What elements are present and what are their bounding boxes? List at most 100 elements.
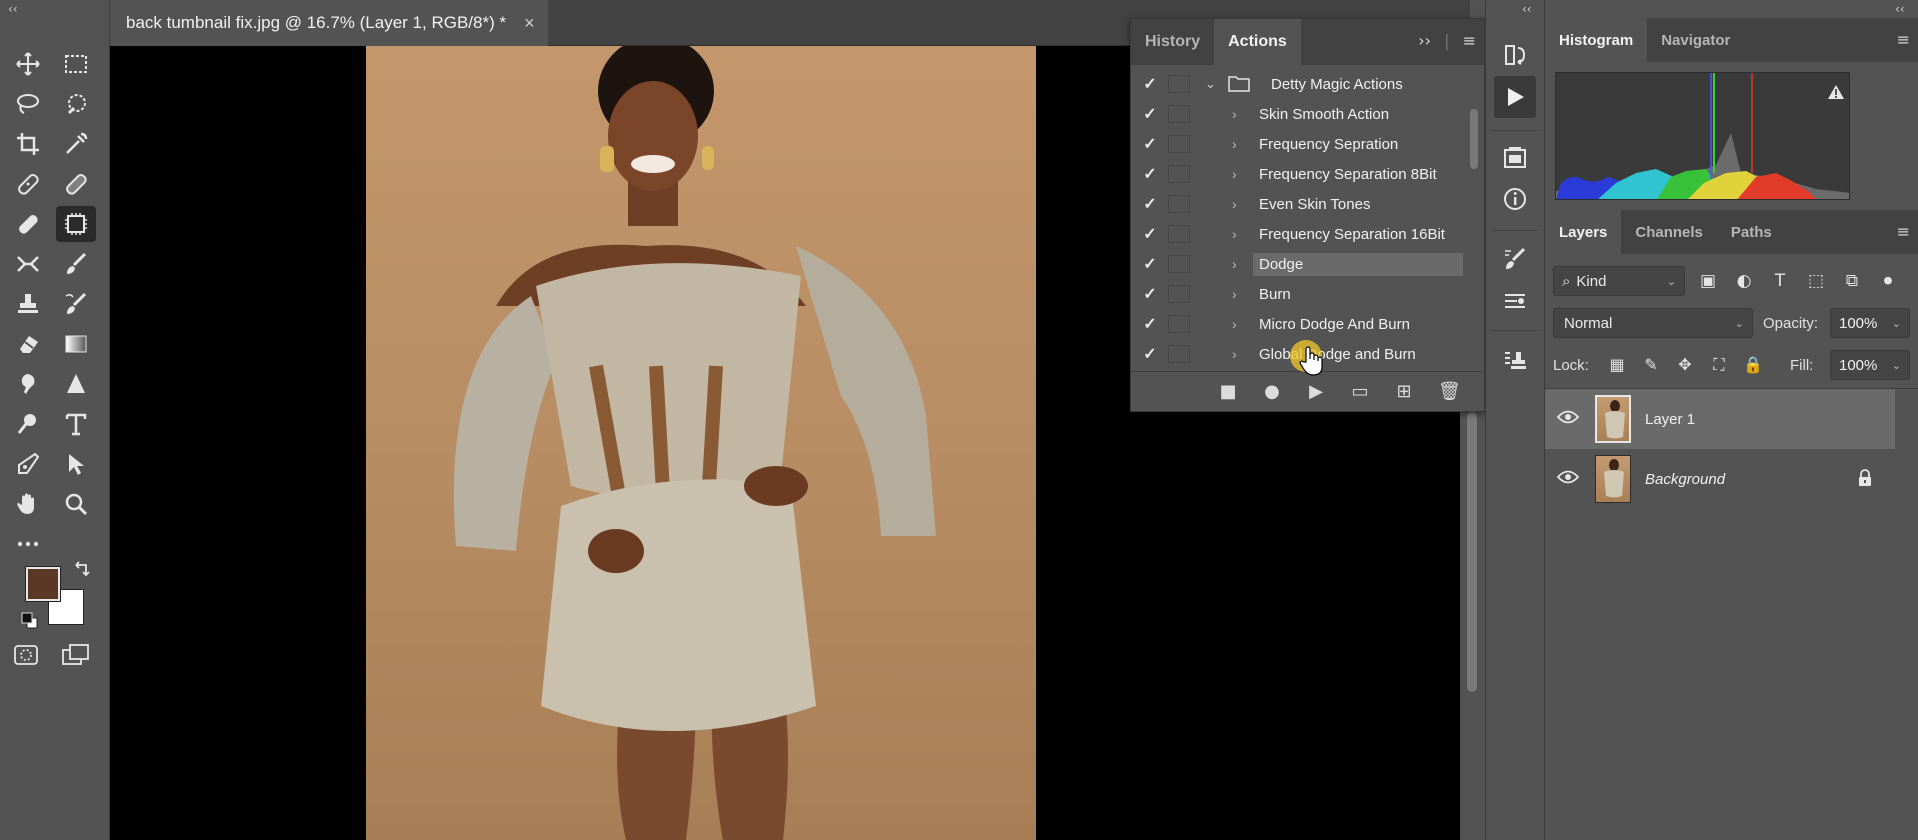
toggle-check-icon[interactable]: ✓ [1141, 284, 1159, 304]
action-item[interactable]: ✓ › Even Skin Tones [1131, 189, 1471, 219]
chevron-right-icon[interactable]: › [1232, 106, 1237, 122]
actions-scrollbar[interactable] [1470, 79, 1480, 359]
chevron-right-icon[interactable]: › [1232, 226, 1237, 242]
marquee-tool-icon[interactable] [56, 46, 96, 82]
panel-menu-icon[interactable]: ≡ [1463, 31, 1476, 50]
toggle-check-icon[interactable]: ✓ [1141, 254, 1159, 274]
clone-source-icon[interactable] [1494, 340, 1536, 382]
brush-tool-icon[interactable] [56, 246, 96, 282]
lock-position-icon[interactable]: ✥ [1675, 355, 1695, 375]
action-item[interactable]: ✓ › Frequency Separation 8Bit [1131, 159, 1471, 189]
opacity-field[interactable]: 100% ⌄ [1830, 308, 1910, 338]
actions-scroll-thumb[interactable] [1470, 109, 1478, 169]
default-colors-icon[interactable] [20, 611, 40, 631]
toggle-check-icon[interactable]: ✓ [1141, 104, 1159, 124]
type-tool-icon[interactable] [56, 406, 96, 442]
smart-object-filter-icon[interactable]: ⧉ [1839, 271, 1865, 291]
history-panel-icon[interactable] [1494, 34, 1536, 76]
chevron-right-icon[interactable]: › [1232, 316, 1237, 332]
tab-histogram[interactable]: Histogram [1545, 18, 1648, 62]
blend-mode-dropdown[interactable]: Normal ⌄ [1553, 308, 1753, 338]
chevron-right-icon[interactable]: › [1232, 196, 1237, 212]
library-panel-icon[interactable] [1494, 136, 1536, 178]
play-icon[interactable]: ▶ [1306, 381, 1326, 402]
action-item[interactable]: ✓ › Micro Dodge And Burn [1131, 309, 1471, 339]
path-select-tool-icon[interactable] [56, 446, 96, 482]
close-document-icon[interactable]: × [524, 13, 535, 34]
spot-healing-tool-icon[interactable] [8, 166, 48, 202]
pen-tool-icon[interactable] [8, 446, 48, 482]
visibility-eye-icon[interactable] [1557, 469, 1579, 485]
lock-all-icon[interactable]: 🔒 [1743, 355, 1763, 375]
quick-mask-icon[interactable] [12, 643, 42, 667]
crop-tool-icon[interactable] [8, 126, 48, 162]
chevron-right-icon[interactable]: › [1232, 256, 1237, 272]
fill-field[interactable]: 100% ⌄ [1830, 350, 1910, 380]
record-icon[interactable]: ● [1262, 381, 1282, 402]
warning-icon[interactable] [1827, 84, 1845, 100]
eraser-tool-icon[interactable] [8, 326, 48, 362]
more-tools-icon[interactable] [8, 526, 48, 562]
expand-panel-icon[interactable]: ›› [1418, 31, 1431, 50]
hand-tool-icon[interactable] [8, 486, 48, 522]
dialog-toggle[interactable] [1168, 105, 1190, 123]
foreground-color-swatch[interactable] [26, 567, 60, 601]
action-item[interactable]: ✓ › Skin Smooth Action [1131, 99, 1471, 129]
folder-icon[interactable]: ▭ [1350, 381, 1370, 402]
remove-tool-icon[interactable] [56, 206, 96, 242]
chevron-down-icon[interactable]: ⌄ [1205, 76, 1216, 92]
adjustment-filter-icon[interactable]: ◐ [1731, 271, 1757, 291]
toggle-check-icon[interactable]: ✓ [1141, 74, 1159, 94]
chevron-right-icon[interactable]: › [1232, 346, 1237, 362]
chevron-right-icon[interactable]: › [1232, 286, 1237, 302]
document-tab[interactable]: back tumbnail fix.jpg @ 16.7% (Layer 1, … [110, 0, 548, 46]
tab-layers[interactable]: Layers [1545, 210, 1622, 254]
chevron-right-icon[interactable]: › [1232, 136, 1237, 152]
actions-panel-icon[interactable] [1494, 76, 1536, 118]
dialog-toggle[interactable] [1168, 75, 1190, 93]
dialog-toggle[interactable] [1168, 135, 1190, 153]
dialog-toggle[interactable] [1168, 195, 1190, 213]
dialog-toggle[interactable] [1168, 285, 1190, 303]
move-tool-icon[interactable] [8, 46, 48, 82]
dodge-tool-icon[interactable] [8, 406, 48, 442]
toolbar-collapse-button[interactable]: ‹‹ [8, 2, 18, 16]
action-item[interactable]: ✓ › Frequency Separation 16Bit [1131, 219, 1471, 249]
layers-scrollbar[interactable] [1898, 390, 1912, 840]
type-filter-icon[interactable]: T [1767, 271, 1793, 291]
actions-panel-menu[interactable]: ›› | ≡ [1418, 31, 1476, 50]
sharpen-tool-icon[interactable] [56, 366, 96, 402]
toggle-check-icon[interactable]: ✓ [1141, 194, 1159, 214]
content-aware-move-tool-icon[interactable] [8, 246, 48, 282]
quick-select-tool-icon[interactable] [56, 86, 96, 122]
tab-history[interactable]: History [1131, 19, 1214, 65]
tab-navigator[interactable]: Navigator [1647, 18, 1744, 62]
lock-image-icon[interactable]: ✎ [1641, 355, 1661, 375]
visibility-eye-icon[interactable] [1557, 409, 1579, 425]
dialog-toggle[interactable] [1168, 255, 1190, 273]
lasso-tool-icon[interactable] [8, 86, 48, 122]
action-set-row[interactable]: ✓ ⌄ Detty Magic Actions [1131, 69, 1471, 99]
swap-colors-icon[interactable] [72, 561, 92, 581]
info-panel-icon[interactable] [1494, 178, 1536, 220]
stamp-tool-icon[interactable] [8, 286, 48, 322]
strip-collapse-button[interactable]: ‹‹ [1522, 2, 1532, 16]
patch-tool-icon[interactable] [56, 166, 96, 202]
stop-icon[interactable]: ■ [1218, 381, 1238, 402]
filter-toggle-icon[interactable]: ⏺ [1875, 271, 1901, 291]
toggle-check-icon[interactable]: ✓ [1141, 344, 1159, 364]
tab-channels[interactable]: Channels [1621, 210, 1717, 254]
kind-filter-dropdown[interactable]: ⌕ Kind ⌄ [1553, 266, 1685, 296]
lock-artboard-icon[interactable]: ⛶ [1709, 355, 1729, 375]
dialog-toggle[interactable] [1168, 165, 1190, 183]
bandage-tool-icon[interactable] [8, 206, 48, 242]
dialog-toggle[interactable] [1168, 315, 1190, 333]
histogram-panel-menu-icon[interactable]: ≡ [1897, 30, 1910, 49]
layer-row[interactable]: Layer 1 [1545, 389, 1895, 449]
right-panels-collapse-button[interactable]: ‹‹ [1895, 2, 1905, 16]
brush-settings-icon[interactable] [1494, 238, 1536, 280]
lock-icon[interactable] [1857, 469, 1873, 487]
toggle-check-icon[interactable]: ✓ [1141, 134, 1159, 154]
tab-actions[interactable]: Actions [1214, 19, 1301, 65]
eyedropper-tool-icon[interactable] [56, 126, 96, 162]
